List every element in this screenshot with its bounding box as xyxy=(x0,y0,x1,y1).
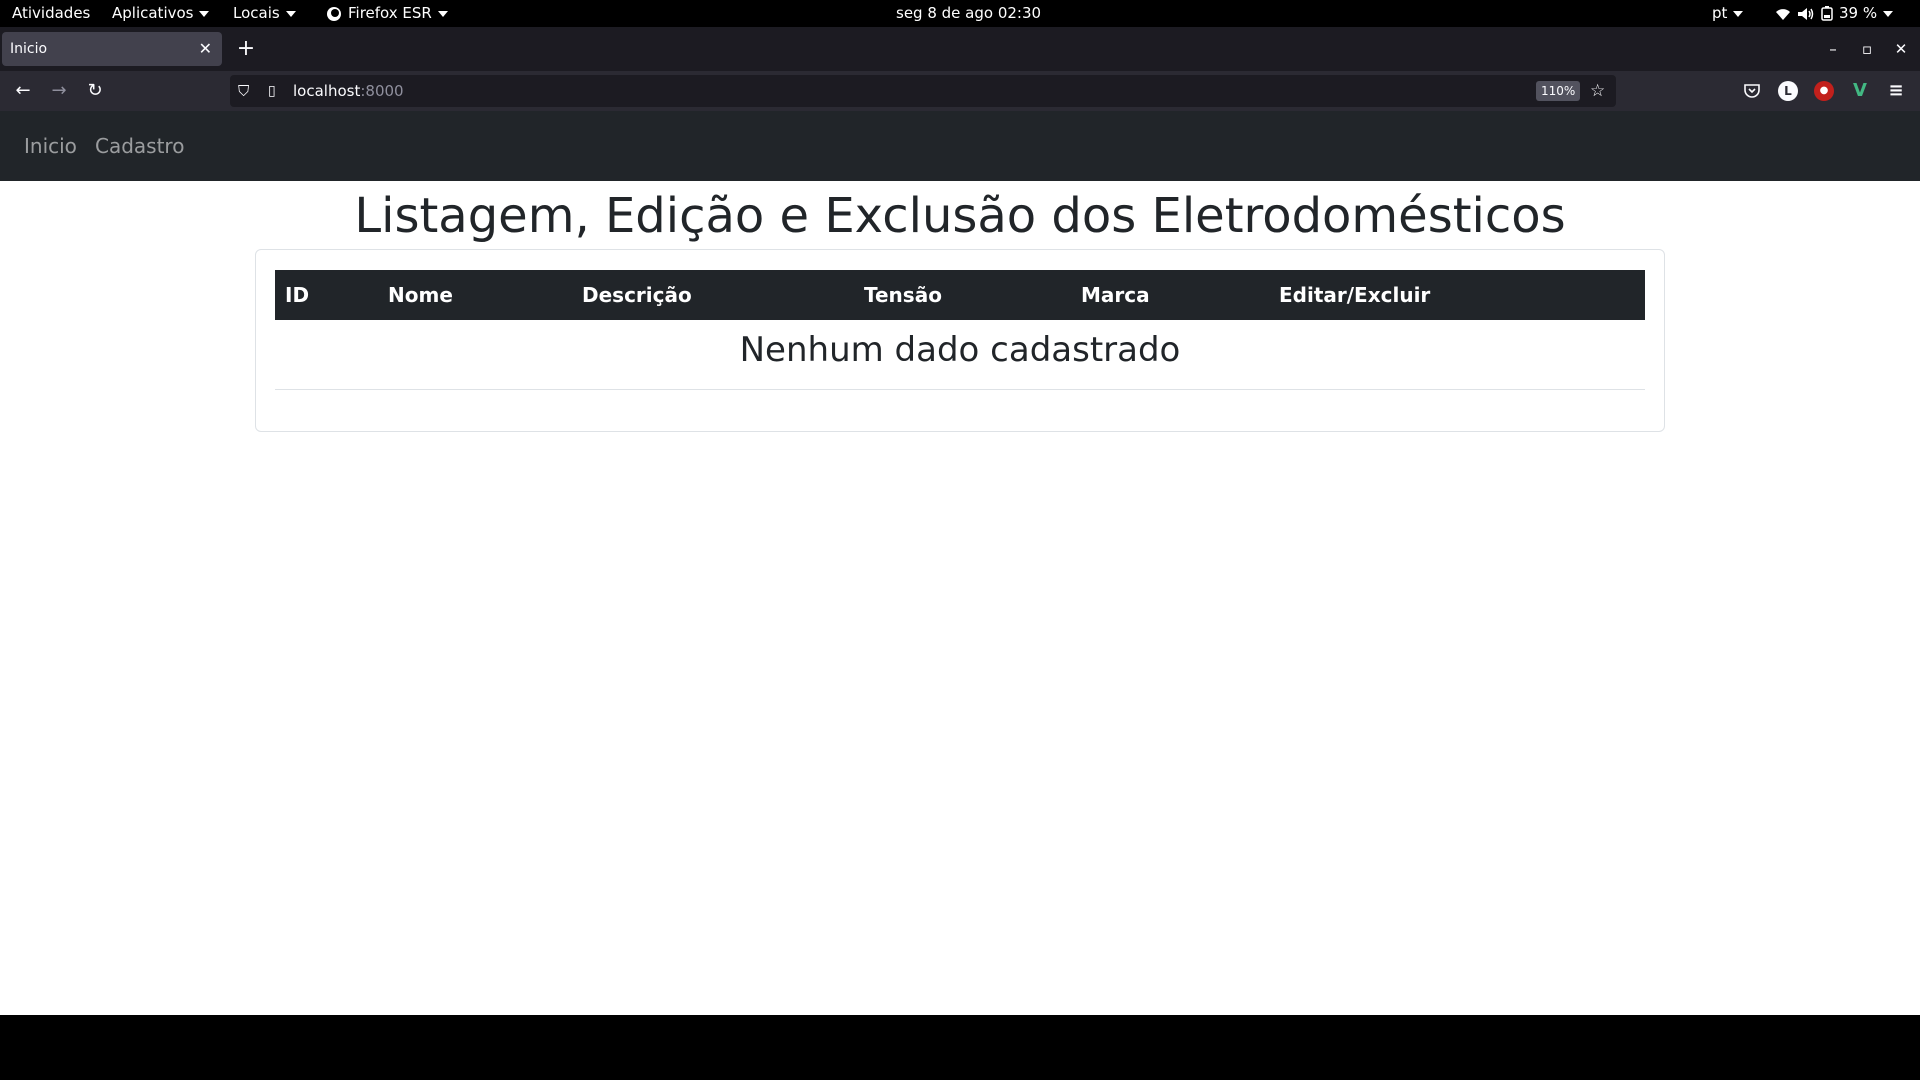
table-card: ID Nome Descrição Tensão Marca Editar/Ex… xyxy=(255,249,1665,432)
chevron-down-icon xyxy=(199,10,210,17)
language-label: pt xyxy=(1712,4,1728,22)
language-menu[interactable]: pt xyxy=(1712,0,1744,27)
extension-lock-icon[interactable]: ● xyxy=(1814,81,1834,101)
volume-icon xyxy=(1798,7,1814,20)
reload-button[interactable]: ↻ xyxy=(80,71,110,111)
browser-tab[interactable]: Inicio ✕ xyxy=(2,32,222,66)
nav-link-inicio[interactable]: Inicio xyxy=(24,111,77,181)
back-button[interactable]: ← xyxy=(8,71,38,111)
page-info-icon[interactable]: ▯ xyxy=(268,75,276,107)
empty-table-message: Nenhum dado cadastrado xyxy=(739,330,1181,370)
table-header: ID Nome Descrição Tensão Marca Editar/Ex… xyxy=(275,270,1645,320)
clock[interactable]: seg 8 de ago 02:30 xyxy=(896,0,1041,27)
chevron-down-icon xyxy=(1883,10,1894,17)
url-port: :8000 xyxy=(360,82,404,100)
activities-label: Atividades xyxy=(12,4,91,22)
forward-button[interactable]: → xyxy=(44,71,74,111)
chevron-down-icon xyxy=(437,10,448,17)
system-status-menu[interactable]: 39 % xyxy=(1775,0,1894,27)
hamburger-menu-icon[interactable]: ≡ xyxy=(1886,81,1906,101)
bottom-black-area xyxy=(0,1015,1920,1080)
column-header-descricao: Descrição xyxy=(582,283,692,307)
zoom-level-button[interactable]: 110% xyxy=(1536,81,1581,101)
column-header-tensao: Tensão xyxy=(864,283,942,307)
column-header-nome: Nome xyxy=(388,283,453,307)
url-host: localhost xyxy=(293,82,361,100)
tracking-shield-icon[interactable]: ⛉ xyxy=(238,75,249,107)
page-title: Listagem, Edição e Exclusão dos Eletrodo… xyxy=(354,188,1566,244)
activities-button[interactable]: Atividades xyxy=(12,0,90,27)
firefox-icon xyxy=(327,6,341,21)
nav-link-cadastro[interactable]: Cadastro xyxy=(95,111,184,181)
url-bar[interactable]: ⛉ ▯ localhost:8000 110% ☆ xyxy=(230,75,1616,107)
vue-devtools-icon[interactable]: V xyxy=(1850,81,1870,101)
battery-label: 39 % xyxy=(1839,4,1878,22)
chevron-down-icon xyxy=(285,10,296,17)
new-tab-button[interactable]: + xyxy=(236,32,256,66)
web-page: Inicio Cadastro Listagem, Edição e Exclu… xyxy=(0,111,1920,1015)
minimize-window-button[interactable]: – xyxy=(1821,32,1845,66)
close-tab-icon[interactable]: ✕ xyxy=(199,32,212,66)
column-header-id: ID xyxy=(285,283,310,307)
browser-nav-toolbar: ← → ↻ ⛉ ▯ localhost:8000 110% ☆ L ● V ≡ xyxy=(0,71,1920,111)
system-top-bar: Atividades Aplicativos Locais Firefox ES… xyxy=(0,0,1920,27)
battery-icon xyxy=(1821,6,1833,21)
row-divider xyxy=(275,389,1645,390)
maximize-window-button[interactable]: ▫ xyxy=(1855,32,1879,66)
app-name-label: Firefox ESR xyxy=(348,4,432,22)
chevron-down-icon xyxy=(1733,10,1744,17)
browser-tab-strip: Inicio ✕ + – ▫ ✕ xyxy=(0,27,1920,71)
places-label: Locais xyxy=(233,4,280,22)
wifi-icon xyxy=(1776,8,1790,20)
app-navbar: Inicio Cadastro xyxy=(0,111,1920,181)
applications-menu[interactable]: Aplicativos xyxy=(112,0,210,27)
close-window-button[interactable]: ✕ xyxy=(1889,32,1913,66)
column-header-marca: Marca xyxy=(1081,283,1150,307)
applications-label: Aplicativos xyxy=(112,4,194,22)
tab-title: Inicio xyxy=(10,41,48,57)
clock-label: seg 8 de ago 02:30 xyxy=(896,4,1042,22)
url-text[interactable]: localhost:8000 xyxy=(293,75,404,107)
bookmark-star-icon[interactable]: ☆ xyxy=(1590,75,1605,107)
extension-l-icon[interactable]: L xyxy=(1778,81,1798,101)
column-header-editar-excluir: Editar/Excluir xyxy=(1279,283,1431,307)
pocket-icon[interactable] xyxy=(1742,81,1762,101)
places-menu[interactable]: Locais xyxy=(233,0,296,27)
app-menu[interactable]: Firefox ESR xyxy=(326,0,448,27)
